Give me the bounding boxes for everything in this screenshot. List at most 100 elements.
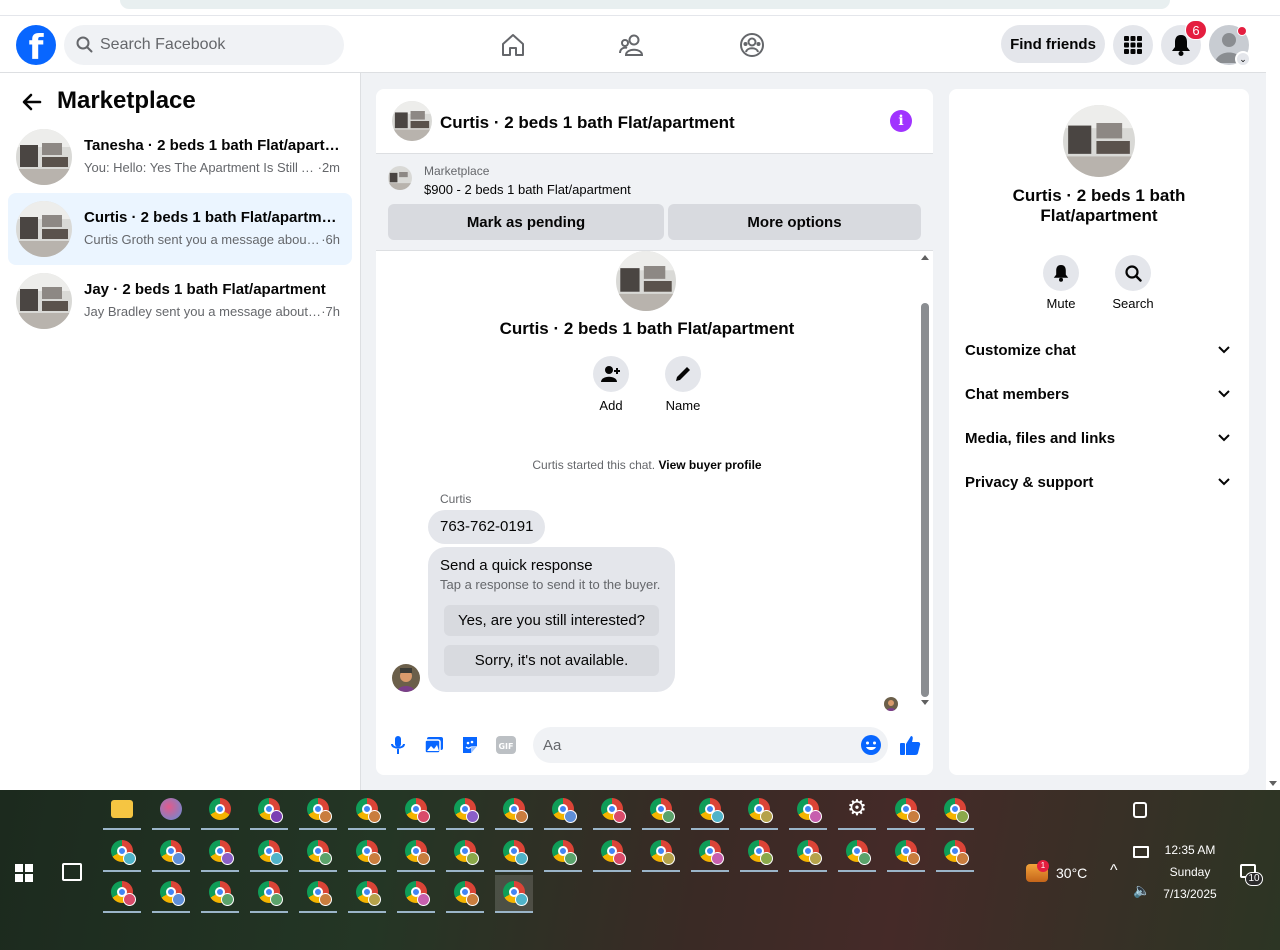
- chrome-profile-icon[interactable]: [789, 792, 827, 830]
- chevron-up-icon[interactable]: ^: [1110, 862, 1118, 880]
- windows-start-icon[interactable]: [15, 864, 33, 882]
- search-input[interactable]: [100, 25, 336, 65]
- conversation-item-jay[interactable]: Jay · 2 beds 1 bath Flat/apartment Jay B…: [8, 265, 352, 337]
- mute-button[interactable]: Mute: [1031, 255, 1091, 311]
- edit-name-button[interactable]: Name: [653, 356, 713, 413]
- chrome-profile-icon[interactable]: [642, 792, 680, 830]
- chat-scrollbar[interactable]: [918, 251, 930, 709]
- thumbs-up-icon[interactable]: [898, 733, 922, 757]
- chrome-profile-icon[interactable]: [397, 834, 435, 872]
- info-icon[interactable]: i: [890, 110, 912, 132]
- chrome-profile-icon[interactable]: [593, 792, 631, 830]
- clock-day[interactable]: Sunday: [1160, 865, 1220, 879]
- chrome-profile-icon[interactable]: [936, 792, 974, 830]
- chrome-profile-icon[interactable]: [250, 875, 288, 913]
- chrome-profile-icon[interactable]: [887, 834, 925, 872]
- settings-gear-icon[interactable]: ⚙: [838, 792, 876, 830]
- friends-icon[interactable]: [618, 30, 648, 60]
- conversation-item-tanesha[interactable]: Tanesha · 2 beds 1 bath Flat/apartment Y…: [8, 121, 352, 193]
- chrome-profile-icon[interactable]: [593, 834, 631, 872]
- chrome-profile-icon[interactable]: [495, 834, 533, 872]
- chrome-profile-icon-active[interactable]: [495, 875, 533, 913]
- chrome-profile-icon[interactable]: [838, 834, 876, 872]
- chrome-profile-icon[interactable]: [936, 834, 974, 872]
- chrome-profile-icon[interactable]: [299, 792, 337, 830]
- address-bar[interactable]: [120, 0, 1170, 9]
- chrome-profile-icon[interactable]: [789, 834, 827, 872]
- emoji-icon[interactable]: [860, 734, 882, 761]
- quick-response-still-interested-button[interactable]: Yes, are you still interested?: [444, 605, 659, 636]
- photo-icon[interactable]: [422, 733, 446, 757]
- clock-date[interactable]: 7/13/2025: [1160, 887, 1220, 901]
- facebook-logo-icon[interactable]: f: [16, 25, 56, 65]
- listing-title[interactable]: $900 - 2 beds 1 bath Flat/apartment: [424, 182, 631, 197]
- message-input[interactable]: [543, 727, 843, 763]
- chrome-profile-icon[interactable]: [348, 834, 386, 872]
- chrome-profile-icon[interactable]: [740, 834, 778, 872]
- scroll-down-arrow-icon[interactable]: [1269, 781, 1277, 786]
- chrome-profile-icon[interactable]: [887, 792, 925, 830]
- meet-now-icon[interactable]: [1133, 802, 1147, 818]
- media-files-links-section[interactable]: Media, files and links: [957, 417, 1241, 461]
- chrome-profile-icon[interactable]: [397, 875, 435, 913]
- chat-scrollbar-thumb[interactable]: [921, 303, 929, 697]
- chrome-profile-icon[interactable]: [299, 834, 337, 872]
- view-buyer-profile-link[interactable]: View buyer profile: [658, 458, 761, 472]
- privacy-support-section[interactable]: Privacy & support: [957, 461, 1241, 505]
- file-explorer-icon[interactable]: [103, 792, 141, 830]
- scroll-up-arrow-icon[interactable]: [921, 255, 929, 260]
- paint-app-icon[interactable]: [152, 792, 190, 830]
- chrome-profile-icon[interactable]: [152, 875, 190, 913]
- chrome-profile-icon[interactable]: [250, 834, 288, 872]
- chrome-profile-icon[interactable]: [495, 792, 533, 830]
- gif-icon[interactable]: GIF: [494, 733, 518, 757]
- chrome-profile-icon[interactable]: [348, 875, 386, 913]
- microphone-icon[interactable]: [386, 733, 410, 757]
- quick-response-not-available-button[interactable]: Sorry, it's not available.: [444, 645, 659, 676]
- chrome-profile-icon[interactable]: [446, 834, 484, 872]
- chrome-profile-icon[interactable]: [544, 792, 582, 830]
- chrome-profile-icon[interactable]: [446, 792, 484, 830]
- chrome-profile-icon[interactable]: [642, 834, 680, 872]
- listing-thumbnail[interactable]: [388, 166, 412, 190]
- chrome-profile-icon[interactable]: [201, 875, 239, 913]
- chrome-profile-icon[interactable]: [691, 792, 729, 830]
- search-in-conversation-button[interactable]: Search: [1103, 255, 1163, 311]
- more-options-button[interactable]: More options: [668, 204, 921, 240]
- task-view-icon[interactable]: [62, 863, 82, 881]
- customize-chat-section[interactable]: Customize chat: [957, 329, 1241, 373]
- chrome-profile-icon[interactable]: [103, 875, 141, 913]
- chat-title[interactable]: Curtis · 2 beds 1 bath Flat/apartment: [440, 113, 735, 133]
- network-icon[interactable]: [1133, 846, 1149, 858]
- chrome-profile-icon[interactable]: [201, 834, 239, 872]
- message-bubble[interactable]: 763-762-0191: [428, 510, 546, 544]
- chrome-profile-icon[interactable]: [446, 875, 484, 913]
- scroll-down-arrow-icon[interactable]: [921, 700, 929, 705]
- chrome-profile-icon[interactable]: [299, 875, 337, 913]
- home-icon[interactable]: [498, 30, 528, 60]
- groups-icon[interactable]: [737, 30, 767, 60]
- chat-members-section[interactable]: Chat members: [957, 373, 1241, 417]
- message-input-box[interactable]: [533, 727, 888, 763]
- chat-thumbnail[interactable]: [392, 101, 432, 141]
- search-box[interactable]: [64, 25, 344, 65]
- chrome-profile-icon[interactable]: [544, 834, 582, 872]
- chrome-profile-icon[interactable]: [740, 792, 778, 830]
- find-friends-button[interactable]: Find friends: [1001, 25, 1105, 63]
- chrome-profile-icon[interactable]: [250, 792, 288, 830]
- chrome-profile-icon[interactable]: [691, 834, 729, 872]
- volume-icon[interactable]: 🔈: [1133, 882, 1150, 899]
- chrome-profile-icon[interactable]: [152, 834, 190, 872]
- chrome-icon[interactable]: [201, 792, 239, 830]
- back-arrow-icon[interactable]: [20, 90, 44, 114]
- page-scrollbar[interactable]: [1266, 16, 1280, 790]
- account-chevron-down-icon[interactable]: ⌄: [1235, 51, 1251, 67]
- sticker-icon[interactable]: [458, 733, 482, 757]
- temperature-label[interactable]: 30°C: [1056, 865, 1087, 881]
- chrome-profile-icon[interactable]: [348, 792, 386, 830]
- conversation-item-curtis[interactable]: Curtis · 2 beds 1 bath Flat/apartment Cu…: [8, 193, 352, 265]
- menu-grid-icon[interactable]: [1113, 25, 1153, 65]
- chrome-profile-icon[interactable]: [397, 792, 435, 830]
- mark-as-pending-button[interactable]: Mark as pending: [388, 204, 664, 240]
- chrome-profile-icon[interactable]: [103, 834, 141, 872]
